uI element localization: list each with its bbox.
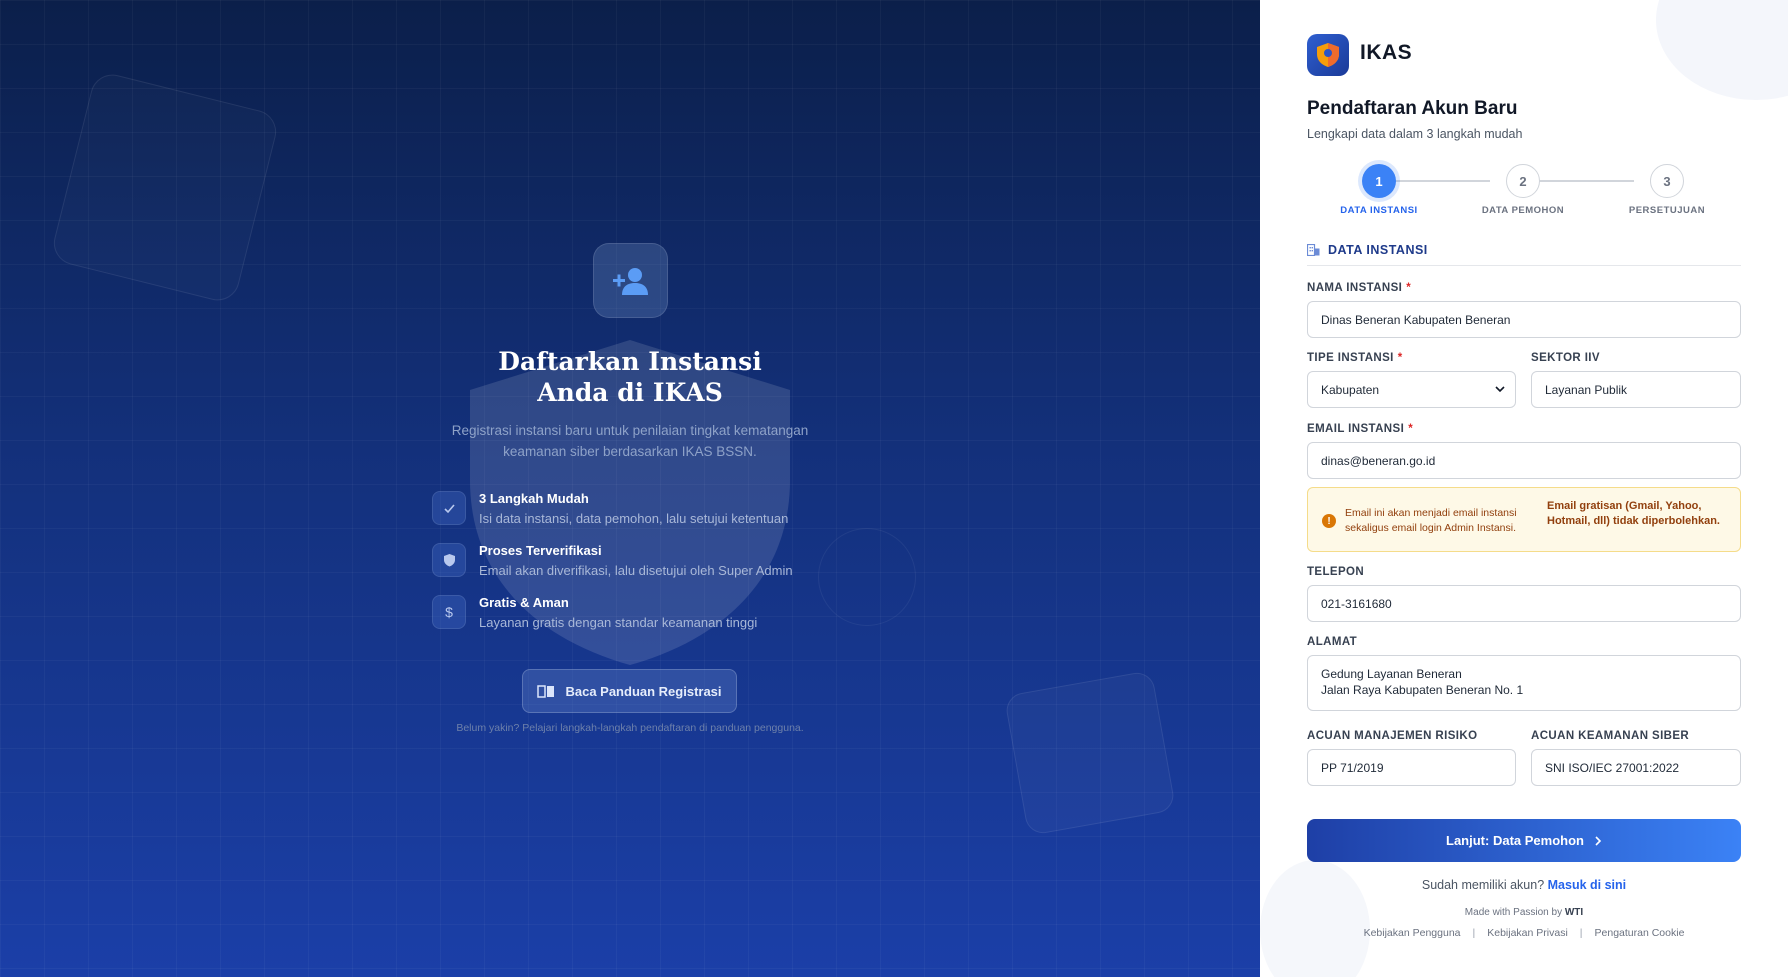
add-user-icon [593,243,668,318]
hero-panel: Daftarkan Instansi Anda di IKAS Registra… [0,0,1260,977]
footer-separator: | [1579,927,1583,939]
step-2-label: DATA PEMOHON [1481,205,1565,216]
book-icon [537,685,555,698]
building-icon [1307,244,1320,256]
acuan-manajemen-risiko-label: ACUAN MANAJEMEN RISIKO [1307,730,1478,742]
nama-instansi-label: NAMA INSTANSI * [1307,282,1412,294]
login-link[interactable]: Masuk di sini [1548,878,1627,892]
acuan-manajemen-risiko-input[interactable]: PP 71/2019 [1307,749,1516,786]
hero-subtitle: Registrasi instansi baru untuk penilaian… [451,423,809,459]
footer-links: Kebijakan Pengguna | Kebijakan Privasi |… [1307,927,1741,939]
footer-link-privacy-policy[interactable]: Kebijakan Privasi [1487,927,1568,939]
feature-title: Proses Terverifikasi [479,543,602,558]
chevron-down-icon [1495,386,1505,393]
step-2-indicator[interactable]: 2 [1506,164,1540,198]
sektor-iiv-label: SEKTOR IIV [1531,352,1600,364]
guide-note: Belum yakin? Pelajari langkah-langkah pe… [456,722,804,734]
step-3-indicator[interactable]: 3 [1650,164,1684,198]
required-marker: * [1406,282,1412,294]
divider [1307,265,1741,266]
nama-instansi-input[interactable]: Dinas Beneran Kabupaten Beneran [1307,301,1741,338]
made-with-credit: Made with Passion by WTI [1464,907,1584,918]
next-step-button-label: Lanjut: Data Pemohon [1446,833,1584,848]
shield-icon [432,543,466,577]
feature-item: Proses Terverifikasi Email akan diverifi… [432,542,852,582]
section-header: DATA INSTANSI [1307,243,1428,257]
telepon-input[interactable]: 021-3161680 [1307,585,1741,622]
registration-panel: IKAS Pendaftaran Akun Baru Lengkapi data… [1260,0,1788,977]
step-3-label: PERSETUJUAN [1628,205,1706,216]
step-1-label: DATA INSTANSI [1340,205,1418,216]
tipe-instansi-label: TIPE INSTANSI * [1307,352,1403,364]
required-marker: * [1408,423,1414,435]
info-icon: ! [1322,514,1336,528]
credit-name: WTI [1564,907,1584,918]
guide-button[interactable]: Baca Panduan Registrasi [522,669,737,713]
decorative-square [1003,670,1177,836]
email-instansi-label: EMAIL INSTANSI * [1307,423,1414,435]
feature-desc: Layanan gratis dengan standar keamanan t… [479,615,758,630]
hero-title: Daftarkan Instansi Anda di IKAS [498,347,762,407]
email-warning-alert: ! Email ini akan menjadi email instansi … [1307,487,1741,552]
feature-title: Gratis & Aman [479,595,569,610]
feature-desc: Email akan diverifikasi, lalu disetujui … [479,563,793,578]
email-instansi-input[interactable]: dinas@beneran.go.id [1307,442,1741,479]
warning-strong-text: Email gratisan (Gmail, Yahoo, Hotmail, d… [1547,500,1720,527]
alamat-label: ALAMAT [1307,636,1358,648]
feature-item: $ Gratis & Aman Layanan gratis dengan st… [432,594,852,634]
check-icon [432,491,466,525]
sektor-iiv-input[interactable]: Layanan Publik [1531,371,1741,408]
footer-link-cookie-settings[interactable]: Pengaturan Cookie [1595,927,1685,939]
telepon-label: TELEPON [1307,566,1365,578]
chevron-right-icon [1595,835,1602,846]
footer-link-user-policy[interactable]: Kebijakan Pengguna [1364,927,1461,939]
login-prompt: Sudah memiliki akun? Masuk di sini [1421,878,1627,892]
feature-desc: Isi data instansi, data pemohon, lalu se… [479,511,789,526]
acuan-keamanan-siber-input[interactable]: SNI ISO/IEC 27001:2022 [1531,749,1741,786]
guide-button-label: Baca Panduan Registrasi [565,683,722,699]
acuan-keamanan-siber-label: ACUAN KEAMANAN SIBER [1531,730,1690,742]
section-title: DATA INSTANSI [1328,243,1428,257]
form-title: Pendaftaran Akun Baru [1307,98,1518,119]
step-1-indicator[interactable]: 1 [1362,164,1396,198]
brand-name: IKAS [1360,41,1413,64]
form-subtitle: Lengkapi data dalam 3 langkah mudah [1307,127,1523,141]
alamat-textarea[interactable]: Gedung Layanan Beneran Jalan Raya Kabupa… [1307,655,1741,711]
ikas-logo [1307,34,1349,76]
feature-item: 3 Langkah Mudah Isi data instansi, data … [432,490,852,530]
decorative-circle [1656,0,1788,100]
feature-title: 3 Langkah Mudah [479,491,589,506]
footer-separator: | [1472,927,1476,939]
next-step-button[interactable]: Lanjut: Data Pemohon [1307,819,1741,862]
warning-text: Email ini akan menjadi email instansi se… [1345,507,1517,534]
required-marker: * [1397,352,1403,364]
tipe-instansi-select[interactable]: Kabupaten [1307,371,1516,408]
dollar-icon: $ [432,595,466,629]
